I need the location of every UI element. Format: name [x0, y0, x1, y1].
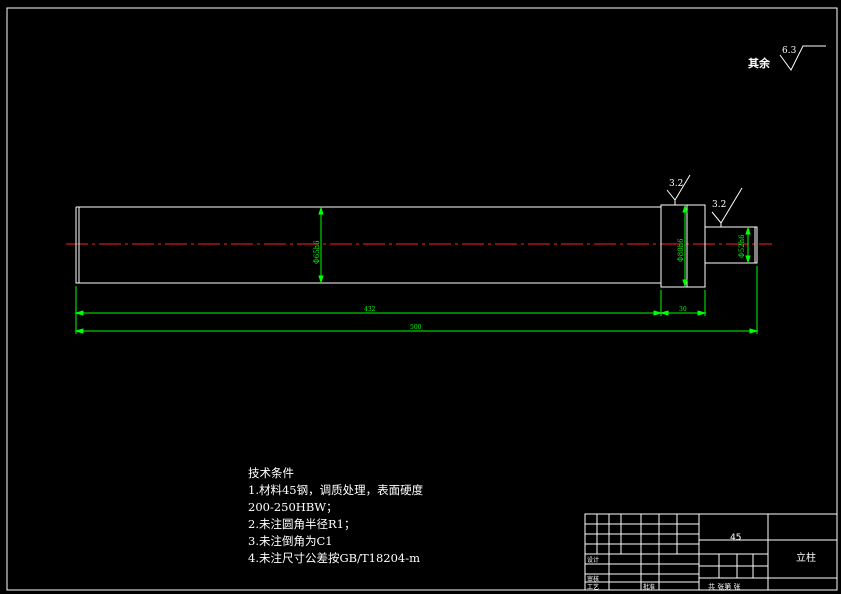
dim-length-main: 432 — [74, 306, 663, 316]
dim-diameter-tip: Φ52h6 — [738, 226, 751, 264]
tech-note-line: 1.材料45钢，调质处理，表面硬度 — [248, 483, 424, 497]
dim-len-collar-text: 30 — [679, 306, 687, 313]
technical-requirements: 技术条件 1.材料45钢，调质处理，表面硬度 200-250HBW； 2.未注圆… — [248, 465, 548, 567]
dim-len-total-text: 500 — [410, 324, 422, 331]
roughness-value-collar: 3.2 — [669, 179, 683, 189]
tech-note-line: 3.未注倒角为C1 — [248, 534, 333, 548]
dim-length-collar: 30 — [659, 306, 707, 316]
title-block — [584, 513, 838, 591]
roughness-symbol-tip: 3.2 — [711, 187, 743, 227]
dim-length-total: 500 — [74, 324, 759, 334]
tech-notes-title: 技术条件 — [248, 466, 294, 480]
dim-dia-main-text: Φ65h6 — [313, 240, 321, 264]
general-roughness-symbol: 其余 6.3 — [748, 45, 826, 71]
shaft-outline — [75, 204, 758, 288]
roughness-symbol-collar: 3.2 — [666, 174, 691, 205]
title-block-sheet: 共 张第 张 — [708, 582, 740, 591]
general-roughness-label: 其余 — [748, 56, 771, 70]
dim-dia-tip-text: Φ52h6 — [738, 234, 746, 258]
title-block-design: 设计 — [587, 556, 599, 564]
tech-note-line: 200-250HBW； — [248, 500, 338, 514]
title-block-part-name: 立柱 — [796, 551, 816, 564]
tech-note-line: 4.未注尺寸公差按GB/T18204-m — [248, 551, 421, 565]
dim-diameter-main: Φ65h6 — [313, 206, 324, 284]
roughness-value-tip: 3.2 — [712, 200, 726, 210]
title-block-approve: 批准 — [643, 583, 655, 591]
dim-dia-collar-text: Φ80h6 — [677, 238, 685, 262]
tech-note-line: 2.未注圆角半径R1； — [248, 517, 356, 531]
title-block-material: 45 — [730, 533, 741, 543]
dim-diameter-collar: Φ80h6 — [677, 204, 688, 288]
general-roughness-value: 6.3 — [782, 46, 797, 56]
dim-len-main-text: 432 — [364, 306, 376, 313]
title-block-check: 审核 — [587, 575, 599, 583]
title-block-process: 工艺 — [587, 583, 599, 591]
